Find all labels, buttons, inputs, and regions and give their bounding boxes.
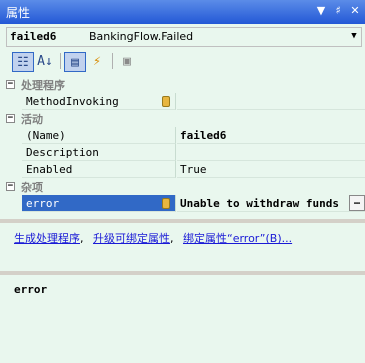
link-separator: , xyxy=(80,232,84,245)
auto-hide-pin-icon[interactable]: ♯ xyxy=(330,2,346,20)
selected-object-name: failed6 xyxy=(10,30,57,43)
bind-property-icon[interactable] xyxy=(162,96,170,107)
collapse-icon[interactable]: − xyxy=(6,114,15,123)
property-name: (Name) xyxy=(22,127,176,144)
collapse-icon[interactable]: − xyxy=(6,182,15,191)
property-grid: − 处理程序 MethodInvoking − 活动 (Name) failed… xyxy=(6,76,365,212)
property-value[interactable] xyxy=(177,93,365,110)
description-panel: error xyxy=(0,275,365,363)
category-activity[interactable]: − 活动 xyxy=(6,110,365,127)
property-row-error[interactable]: error Unable to withdraw funds … xyxy=(6,195,365,212)
property-value[interactable]: True xyxy=(177,161,365,178)
close-icon[interactable]: ✕ xyxy=(347,2,363,20)
bind-property-link[interactable]: 绑定属性“error”(B)... xyxy=(183,232,292,245)
toolbar-separator xyxy=(60,53,61,69)
property-value[interactable]: Unable to withdraw funds … xyxy=(177,195,365,212)
alphabetical-icon[interactable]: A↓ xyxy=(34,52,56,72)
window-title: 属性 xyxy=(6,6,31,20)
collapse-icon[interactable]: − xyxy=(6,80,15,89)
property-name: error xyxy=(22,195,176,212)
window-titlebar: 属性 ▼ ♯ ✕ xyxy=(0,0,365,24)
category-handlers[interactable]: − 处理程序 xyxy=(6,76,365,93)
toolbar-separator xyxy=(112,53,113,69)
categorized-icon[interactable]: ☷ xyxy=(12,52,34,72)
category-label: 活动 xyxy=(21,113,43,126)
property-value[interactable]: failed6 xyxy=(177,127,365,144)
category-label: 杂项 xyxy=(21,181,43,194)
chevron-down-icon[interactable]: ▼ xyxy=(349,31,359,43)
property-name: MethodInvoking xyxy=(22,93,176,110)
window-position-dropdown-icon[interactable]: ▼ xyxy=(313,2,329,20)
property-name: Description xyxy=(22,144,176,161)
events-icon[interactable]: ⚡ xyxy=(86,52,108,72)
category-label: 处理程序 xyxy=(21,79,65,92)
property-row-name[interactable]: (Name) failed6 xyxy=(6,127,365,144)
properties-icon[interactable]: ▤ xyxy=(64,52,86,72)
generate-handlers-link[interactable]: 生成处理程序 xyxy=(14,232,80,245)
property-row-methodinvoking[interactable]: MethodInvoking xyxy=(6,93,365,110)
property-value[interactable] xyxy=(177,144,365,161)
ellipsis-button[interactable]: … xyxy=(349,195,365,211)
property-row-enabled[interactable]: Enabled True xyxy=(6,161,365,178)
property-value-text: Unable to withdraw funds xyxy=(180,197,339,210)
description-title: error xyxy=(14,283,48,296)
category-misc[interactable]: − 杂项 xyxy=(6,178,365,195)
promote-bindable-properties-link[interactable]: 升级可绑定属性 xyxy=(93,232,170,245)
object-selector-dropdown[interactable]: failed6 BankingFlow.Failed ▼ xyxy=(6,27,362,47)
property-row-description[interactable]: Description xyxy=(6,144,365,161)
properties-toolbar: ☷ A↓ ▤ ⚡ ▣ xyxy=(0,48,365,74)
property-pages-icon[interactable]: ▣ xyxy=(116,52,138,72)
link-separator: , xyxy=(170,232,174,245)
commands-panel: 生成处理程序, 升级可绑定属性, 绑定属性“error”(B)... xyxy=(0,223,365,271)
bind-property-icon[interactable] xyxy=(162,198,170,209)
selected-object-type: BankingFlow.Failed xyxy=(89,30,194,43)
properties-pane: failed6 BankingFlow.Failed ▼ ☷ A↓ ▤ ⚡ ▣ … xyxy=(0,24,365,363)
property-name: Enabled xyxy=(22,161,176,178)
